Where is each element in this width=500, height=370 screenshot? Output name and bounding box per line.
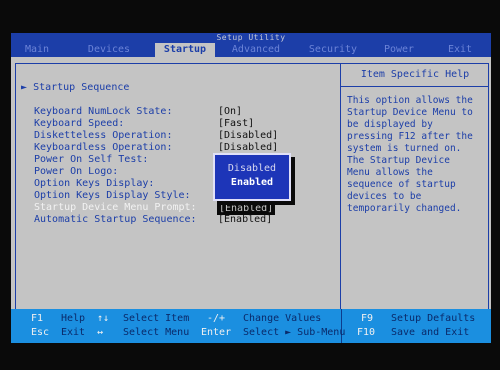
- key-f1: F1: [31, 313, 44, 324]
- footer-row-1: F1 Help ↑↓ Select Item -/+ Change Values…: [11, 313, 491, 325]
- section-label: Startup Sequence: [33, 82, 130, 93]
- key-minus-plus: -/+: [207, 313, 226, 324]
- footer-row-2: Esc Exit ↔ Select Menu Enter Select ► Su…: [11, 327, 491, 339]
- help-line: This option allows the: [347, 95, 473, 106]
- tab-security[interactable]: Security: [297, 43, 369, 57]
- setting-label: Option Keys Display Style:: [34, 190, 191, 201]
- setting-label: Option Keys Display:: [34, 178, 155, 189]
- setting-value[interactable]: [Disabled]: [218, 130, 278, 142]
- help-line: be displayed by: [347, 119, 433, 130]
- help-hint: Help: [61, 313, 86, 324]
- setting-value[interactable]: [Enabled]: [218, 214, 272, 226]
- tab-power[interactable]: Power: [369, 43, 429, 57]
- setting-value[interactable]: [On]: [218, 106, 242, 118]
- help-line: temporarily changed.: [347, 203, 462, 214]
- arrows-leftright-icon: ↔: [97, 327, 104, 338]
- exit-hint: Exit: [61, 327, 86, 338]
- setting-automatic-startup-sequence[interactable]: Automatic Startup Sequence: [Enabled]: [34, 214, 324, 226]
- setting-startup-device-menu-prompt[interactable]: Startup Device Menu Prompt: [Enabled]: [34, 202, 324, 216]
- submenu-arrow-icon: ►: [21, 82, 28, 93]
- setting-keyboard-speed[interactable]: Keyboard Speed: [Fast]: [34, 118, 324, 130]
- key-enter: Enter: [201, 327, 232, 338]
- help-line: The Startup Device: [347, 155, 450, 166]
- help-line: devices to be: [347, 191, 422, 202]
- help-line: Startup Device Menu to: [347, 107, 473, 118]
- setting-label: Keyboard NumLock State:: [34, 106, 173, 117]
- help-line: sequence of startup: [347, 179, 456, 190]
- tab-advanced[interactable]: Advanced: [215, 43, 297, 57]
- key-help-footer: F1 Help ↑↓ Select Item -/+ Change Values…: [11, 309, 491, 343]
- startup-sequence-item[interactable]: ► Startup Sequence: [21, 82, 129, 93]
- key-f10: F10: [357, 327, 376, 338]
- setting-label: Startup Device Menu Prompt:: [34, 202, 197, 213]
- save-exit-hint: Save and Exit: [391, 327, 470, 338]
- select-menu-hint: Select Menu: [123, 327, 190, 338]
- setting-label: Power On Logo:: [34, 166, 119, 177]
- help-text: This option allows the Startup Device Me…: [341, 87, 489, 223]
- tab-devices[interactable]: Devices: [63, 43, 155, 57]
- help-title: Item Specific Help: [341, 64, 489, 87]
- window-title: Setup Utility: [11, 33, 491, 43]
- tab-startup[interactable]: Startup: [155, 43, 215, 57]
- setting-label: Disketteless Operation:: [34, 130, 173, 141]
- help-panel: Item Specific Help This option allows th…: [340, 64, 489, 334]
- setting-label: Keyboard Speed:: [34, 118, 125, 129]
- setting-label: Automatic Startup Sequence:: [34, 214, 197, 225]
- setting-value[interactable]: [Fast]: [218, 118, 254, 130]
- option-popup: Disabled Enabled: [213, 153, 291, 201]
- setting-label: Power On Self Test:: [34, 154, 149, 165]
- help-line: system is turned on.: [347, 143, 462, 154]
- select-item-hint: Select Item: [123, 313, 190, 324]
- key-esc: Esc: [31, 327, 50, 338]
- select-submenu-hint: Select ► Sub-Menu: [243, 327, 346, 338]
- setting-disketteless-operation[interactable]: Disketteless Operation: [Disabled]: [34, 130, 324, 142]
- popup-option-enabled[interactable]: Enabled: [215, 177, 289, 189]
- setup-defaults-hint: Setup Defaults: [391, 313, 476, 324]
- tab-main[interactable]: Main: [11, 43, 63, 57]
- setting-label: Keyboardless Operation:: [34, 142, 173, 153]
- arrows-updown-icon: ↑↓: [97, 313, 110, 324]
- key-f9: F9: [361, 313, 374, 324]
- change-values-hint: Change Values: [243, 313, 322, 324]
- popup-option-disabled[interactable]: Disabled: [215, 163, 289, 175]
- help-line: Menu allows the: [347, 167, 433, 178]
- setting-keyboard-numlock[interactable]: Keyboard NumLock State: [On]: [34, 106, 324, 118]
- help-line: pressing F12 after the: [347, 131, 473, 142]
- menu-tabs: Main Devices Startup Advanced Security P…: [11, 43, 491, 57]
- tab-exit[interactable]: Exit: [429, 43, 491, 57]
